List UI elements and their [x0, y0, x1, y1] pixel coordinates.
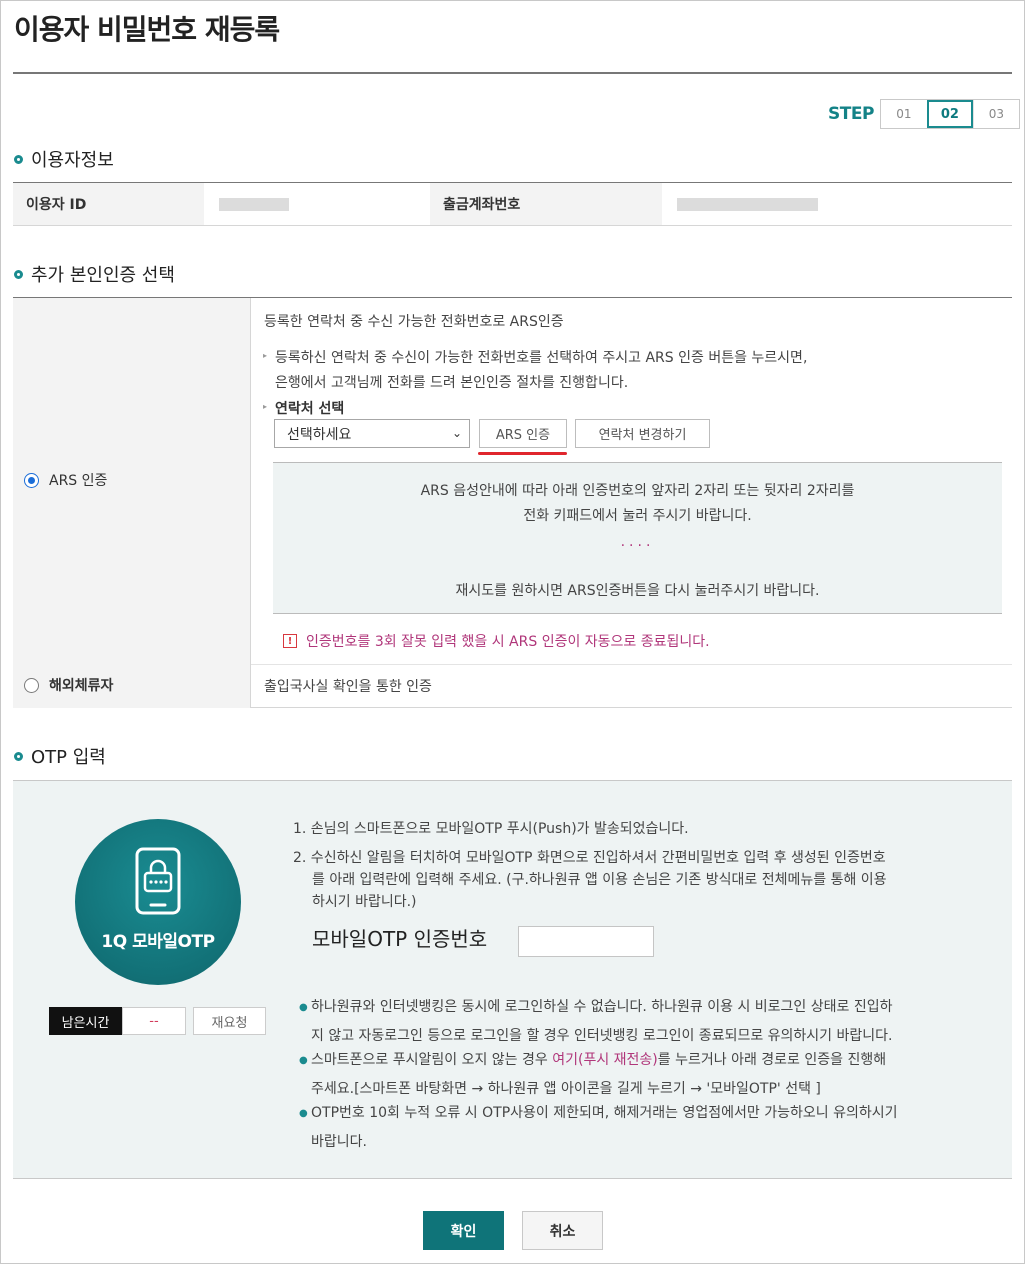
section-otp: OTP 입력 [14, 743, 106, 769]
note-2-post: 를 누르거나 아래 경로로 인증을 진행해 [657, 1052, 887, 1068]
note-3-line-a: OTP번호 10회 누적 오류 시 OTP사용이 제한되며, 해제거래는 영업점… [311, 1105, 898, 1121]
bullet-icon [14, 269, 23, 279]
otp-step-2a: 2. 수신하신 알림을 터치하여 모바일OTP 화면으로 진입하셔서 간편비밀번… [293, 850, 886, 866]
otp-step-2c: 하시기 바랍니다.) [312, 894, 417, 910]
bullet-icon [14, 154, 23, 164]
otp-input-label: 모바일OTP 인증번호 [312, 927, 488, 951]
step-01: 01 [896, 107, 912, 121]
note-2-line-a: 스마트폰으로 푸시알림이 오지 않는 경우 여기(푸시 재전송)를 누르거나 아… [311, 1046, 991, 1075]
ars-help-line-1: 등록하신 연락처 중 수신이 가능한 전화번호를 선택하여 주시고 ARS 인증… [263, 347, 807, 367]
row-divider [251, 664, 1012, 665]
ars-auth-button[interactable]: ARS 인증 [479, 419, 567, 448]
note-bullet-icon: ● [299, 1055, 308, 1066]
title-divider [13, 72, 1012, 74]
page-title: 이용자 비밀번호 재등록 [14, 13, 280, 46]
note-bullet-icon: ● [299, 1002, 308, 1013]
contact-select[interactable]: 선택하세요 ⌄ [274, 419, 470, 448]
user-id-label: 이용자 ID [13, 183, 204, 225]
radio-overseas-icon[interactable] [24, 677, 39, 693]
contact-select-label: 연락처 선택 [263, 398, 344, 418]
bullet-icon [14, 751, 23, 761]
push-resend-link[interactable]: 여기(푸시 재전송) [552, 1052, 658, 1068]
otp-step-2b: 를 아래 입력란에 입력해 주세요. (구.하나원큐 앱 이용 손님은 기존 방… [312, 872, 887, 888]
note-3-line-b: 바랍니다. [311, 1134, 367, 1150]
user-id-value [204, 183, 430, 225]
ars-auth-code: ···· [620, 538, 655, 554]
ars-button-highlight [478, 452, 567, 455]
change-contact-button[interactable]: 연락처 변경하기 [575, 419, 710, 448]
timer-value: -- [122, 1007, 186, 1035]
overseas-description: 출입국사실 확인을 통한 인증 [264, 679, 432, 695]
otp-step-1: 1. 손님의 스마트폰으로 모바일OTP 푸시(Push)가 발송되었습니다. [293, 821, 689, 837]
note-bullet-icon: ● [299, 1108, 308, 1119]
cancel-button[interactable]: 취소 [522, 1211, 603, 1250]
otp-note-1: ● 하나원큐와 인터넷뱅킹은 동시에 로그인하실 수 없습니다. 하나원큐 이용… [299, 993, 991, 1051]
mobile-otp-label: 1Q 모바일OTP [101, 932, 215, 952]
note-2-pre: 스마트폰으로 푸시알림이 오지 않는 경우 [311, 1052, 553, 1068]
note-1-line-a: 하나원큐와 인터넷뱅킹은 동시에 로그인하실 수 없습니다. 하나원큐 이용 시… [311, 999, 893, 1015]
otp-note-2: ● 스마트폰으로 푸시알림이 오지 않는 경우 여기(푸시 재전송)를 누르거나… [299, 1046, 991, 1104]
auth-method-column: ARS 인증 해외체류자 [13, 298, 251, 708]
radio-overseas-label: 해외체류자 [49, 678, 114, 694]
section-auth: 추가 본인인증 선택 [14, 261, 175, 287]
step-label: STEP [828, 104, 874, 124]
timer-label: 남은시간 [49, 1007, 122, 1035]
section-title: OTP 입력 [31, 747, 106, 768]
radio-overseas[interactable]: 해외체류자 [24, 675, 113, 695]
account-value [662, 183, 1012, 225]
radio-ars-checked-icon[interactable] [24, 472, 39, 488]
step-02-active: 02 [926, 100, 973, 128]
radio-ars-label: ARS 인증 [49, 473, 108, 489]
otp-note-3: ● OTP번호 10회 누적 오류 시 OTP사용이 제한되며, 해제거래는 영… [299, 1099, 991, 1157]
radio-ars[interactable]: ARS 인증 [24, 470, 107, 490]
step-03: 03 [972, 100, 1019, 128]
ars-info-box: ARS 음성안내에 따라 아래 인증번호의 앞자리 2자리 또는 뒷자리 2자리… [273, 462, 1002, 614]
contact-select-value: 선택하세요 [287, 426, 352, 443]
masked-account [677, 197, 818, 211]
otp-panel: 1Q 모바일OTP 남은시간 -- 재요청 1. 손님의 스마트폰으로 모바일O… [13, 780, 1012, 1179]
ars-warning-text: 인증번호를 3회 잘못 입력 했을 시 ARS 인증이 자동으로 종료됩니다. [306, 634, 710, 650]
step-indicator: STEP 01 02 03 [828, 99, 1020, 129]
mobile-otp-badge: 1Q 모바일OTP [75, 819, 241, 985]
smartphone-lock-icon [135, 847, 181, 915]
section-user-info: 이용자정보 [14, 146, 114, 172]
section-title: 이용자정보 [31, 150, 114, 171]
user-info-table: 이용자 ID 출금계좌번호 [13, 182, 1012, 226]
chevron-down-icon: ⌄ [451, 426, 462, 440]
otp-code-input[interactable] [518, 926, 654, 957]
account-label: 출금계좌번호 [430, 183, 662, 225]
resend-button[interactable]: 재요청 [193, 1007, 266, 1035]
masked-user-id [219, 197, 289, 211]
auth-table: ARS 인증 해외체류자 등록한 연락처 중 수신 가능한 전화번호로 ARS인… [13, 297, 1012, 708]
ars-help-line-2: 은행에서 고객님께 전화를 드려 본인인증 절차를 진행합니다. [275, 375, 629, 391]
ars-box-line-2: 전화 키패드에서 눌러 주시기 바랍니다. [523, 508, 752, 524]
ars-box-line-3: 재시도를 원하시면 ARS인증버튼을 다시 눌러주시기 바랍니다. [455, 583, 820, 599]
confirm-button[interactable]: 확인 [423, 1211, 504, 1250]
section-title: 추가 본인인증 선택 [31, 265, 175, 286]
otp-timer: 남은시간 -- 재요청 [49, 1007, 266, 1035]
warning-icon: ! [283, 634, 297, 648]
ars-warning: ! 인증번호를 3회 잘못 입력 했을 시 ARS 인증이 자동으로 종료됩니다… [283, 631, 710, 651]
ars-description: 등록한 연락처 중 수신 가능한 전화번호로 ARS인증 [264, 314, 564, 330]
ars-box-line-1: ARS 음성안내에 따라 아래 인증번호의 앞자리 2자리 또는 뒷자리 2자리… [420, 483, 855, 499]
step-box: 01 02 03 [879, 99, 1020, 129]
